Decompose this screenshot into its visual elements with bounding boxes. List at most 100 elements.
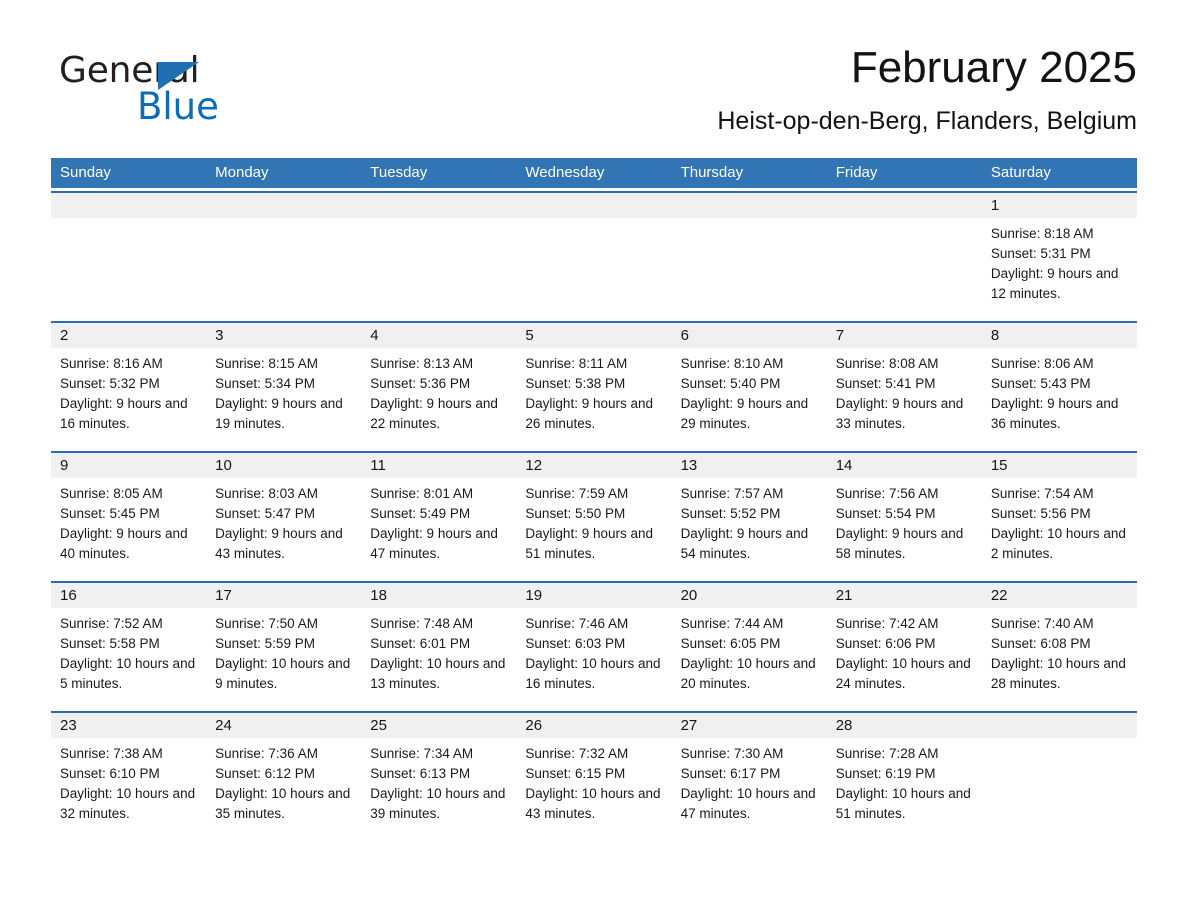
day-cell-empty xyxy=(826,193,982,315)
day-cell[interactable]: 22 Sunrise: 7:40 AM Sunset: 6:08 PM Dayligh… xyxy=(981,583,1137,705)
day-cell[interactable]: 15 Sunrise: 7:54 AM Sunset: 5:56 PM Dayligh… xyxy=(981,453,1137,575)
day-cell[interactable]: 11 Sunrise: 8:01 AM Sunset: 5:49 PM Dayligh… xyxy=(361,453,517,575)
day-cell[interactable]: 8 Sunrise: 8:06 AM Sunset: 5:43 PM Daylight… xyxy=(981,323,1137,445)
day-cell[interactable]: 14 Sunrise: 7:56 AM Sunset: 5:54 PM Dayligh… xyxy=(826,453,982,575)
day-number: 20 xyxy=(671,583,827,608)
day-cell[interactable]: 28 Sunrise: 7:28 AM Sunset: 6:19 PM Dayligh… xyxy=(826,713,982,835)
weekday-header-wednesday: Wednesday xyxy=(525,164,605,181)
day-number: 2 xyxy=(51,323,207,348)
daylight-text: Daylight: 9 hours and 26 minutes. xyxy=(525,396,653,431)
daylight-text: Daylight: 10 hours and 32 minutes. xyxy=(60,786,196,821)
day-cell-empty xyxy=(361,193,517,315)
sunrise-text: Sunrise: 7:28 AM xyxy=(835,746,939,761)
day-number: 13 xyxy=(671,453,827,478)
day-number: 3 xyxy=(206,323,362,348)
sunset-text: Sunset: 6:17 PM xyxy=(680,766,781,781)
day-cell[interactable]: 19 Sunrise: 7:46 AM Sunset: 6:03 PM Dayligh… xyxy=(516,583,672,705)
day-details: Sunrise: 7:28 AM Sunset: 6:19 PM Daylight:… xyxy=(827,738,982,824)
day-number: 14 xyxy=(826,453,982,478)
day-cell[interactable]: 24 Sunrise: 7:36 AM Sunset: 6:12 PM Dayligh… xyxy=(206,713,362,835)
sunrise-text: Sunrise: 8:15 AM xyxy=(215,356,318,371)
sunset-text: Sunset: 6:08 PM xyxy=(990,636,1091,651)
daylight-text: Daylight: 9 hours and 36 minutes. xyxy=(990,396,1119,431)
day-details: Sunrise: 8:05 AM Sunset: 5:45 PM Daylight:… xyxy=(51,478,206,564)
day-cell[interactable]: 17 Sunrise: 7:50 AM Sunset: 5:59 PM Dayligh… xyxy=(206,583,362,705)
day-cell[interactable]: 10 Sunrise: 8:03 AM Sunset: 5:47 PM Dayligh… xyxy=(206,453,362,575)
sunset-text: Sunset: 5:52 PM xyxy=(680,506,781,521)
day-number: 24 xyxy=(206,713,362,738)
page-title: February 2025 xyxy=(850,43,1137,92)
day-cell[interactable]: 27 Sunrise: 7:30 AM Sunset: 6:17 PM Dayligh… xyxy=(671,713,827,835)
weekday-header-thursday: Thursday xyxy=(680,164,744,181)
day-details: Sunrise: 8:18 AM Sunset: 5:31 PM Daylight:… xyxy=(982,218,1137,304)
day-cell[interactable]: 18 Sunrise: 7:48 AM Sunset: 6:01 PM Dayligh… xyxy=(361,583,517,705)
day-number: 23 xyxy=(51,713,207,738)
calendar-page: General Blue February 2025 Heist-op-den-… xyxy=(0,0,1188,918)
day-number: 19 xyxy=(516,583,672,608)
day-cell[interactable]: 25 Sunrise: 7:34 AM Sunset: 6:13 PM Dayligh… xyxy=(361,713,517,835)
daylight-text: Daylight: 10 hours and 47 minutes. xyxy=(680,786,816,821)
daylight-text: Daylight: 10 hours and 24 minutes. xyxy=(835,656,971,691)
day-details: Sunrise: 7:59 AM Sunset: 5:50 PM Daylight:… xyxy=(516,478,671,564)
day-cell[interactable]: 16 Sunrise: 7:52 AM Sunset: 5:58 PM Dayligh… xyxy=(51,583,207,705)
sunset-text: Sunset: 6:19 PM xyxy=(835,766,936,781)
day-cell[interactable]: 23 Sunrise: 7:38 AM Sunset: 6:10 PM Dayligh… xyxy=(51,713,207,835)
day-details: Sunrise: 8:13 AM Sunset: 5:36 PM Daylight:… xyxy=(361,348,516,434)
day-details: Sunrise: 7:38 AM Sunset: 6:10 PM Daylight:… xyxy=(51,738,206,824)
sunset-text: Sunset: 5:38 PM xyxy=(525,376,626,391)
day-details: Sunrise: 7:48 AM Sunset: 6:01 PM Daylight:… xyxy=(361,608,516,694)
day-number: 1 xyxy=(981,193,1137,218)
daylight-text: Daylight: 10 hours and 28 minutes. xyxy=(990,656,1126,691)
day-cell[interactable]: 21 Sunrise: 7:42 AM Sunset: 6:06 PM Dayligh… xyxy=(826,583,982,705)
sunset-text: Sunset: 5:49 PM xyxy=(370,506,471,521)
day-number: 26 xyxy=(516,713,672,738)
sunrise-text: Sunrise: 8:13 AM xyxy=(370,356,474,371)
day-cell[interactable]: 4 Sunrise: 8:13 AM Sunset: 5:36 PM Daylight… xyxy=(361,323,517,445)
weekday-header-sunday: Sunday xyxy=(60,164,111,181)
day-details: Sunrise: 7:46 AM Sunset: 6:03 PM Daylight:… xyxy=(516,608,671,694)
day-details: Sunrise: 7:34 AM Sunset: 6:13 PM Daylight:… xyxy=(361,738,516,824)
day-number xyxy=(361,193,517,218)
day-cell[interactable]: 6 Sunrise: 8:10 AM Sunset: 5:40 PM Daylight… xyxy=(671,323,827,445)
day-details: Sunrise: 7:54 AM Sunset: 5:56 PM Daylight:… xyxy=(982,478,1137,564)
calendar-week-row: 9 Sunrise: 8:05 AM Sunset: 5:45 PM Daylight… xyxy=(51,451,1137,575)
daylight-text: Daylight: 9 hours and 58 minutes. xyxy=(835,526,964,561)
day-cell[interactable]: 7 Sunrise: 8:08 AM Sunset: 5:41 PM Daylight… xyxy=(826,323,982,445)
sunrise-text: Sunrise: 7:46 AM xyxy=(525,616,629,631)
logo-text-blue: Blue xyxy=(137,85,219,128)
day-number xyxy=(206,193,362,218)
day-cell[interactable]: 12 Sunrise: 7:59 AM Sunset: 5:50 PM Dayligh… xyxy=(516,453,672,575)
general-blue-logo[interactable]: General Blue xyxy=(59,50,319,130)
daylight-text: Daylight: 10 hours and 2 minutes. xyxy=(990,526,1126,561)
sunrise-text: Sunrise: 7:34 AM xyxy=(370,746,474,761)
day-cell-empty xyxy=(671,193,827,315)
day-cell[interactable]: 9 Sunrise: 8:05 AM Sunset: 5:45 PM Daylight… xyxy=(51,453,207,575)
sunrise-text: Sunrise: 7:44 AM xyxy=(680,616,784,631)
sunset-text: Sunset: 6:05 PM xyxy=(680,636,781,651)
day-number: 25 xyxy=(361,713,517,738)
day-details: Sunrise: 7:42 AM Sunset: 6:06 PM Daylight:… xyxy=(827,608,982,694)
sunset-text: Sunset: 6:15 PM xyxy=(525,766,626,781)
day-number xyxy=(671,193,827,218)
daylight-text: Daylight: 9 hours and 43 minutes. xyxy=(215,526,343,561)
day-cell[interactable]: 26 Sunrise: 7:32 AM Sunset: 6:15 PM Dayligh… xyxy=(516,713,672,835)
day-number: 4 xyxy=(361,323,517,348)
day-details: Sunrise: 8:06 AM Sunset: 5:43 PM Daylight:… xyxy=(982,348,1137,434)
day-cell[interactable]: 2 Sunrise: 8:16 AM Sunset: 5:32 PM Daylight… xyxy=(51,323,207,445)
day-number: 5 xyxy=(516,323,672,348)
day-cell[interactable]: 20 Sunrise: 7:44 AM Sunset: 6:05 PM Dayligh… xyxy=(671,583,827,705)
daylight-text: Daylight: 10 hours and 16 minutes. xyxy=(525,656,661,691)
sunrise-text: Sunrise: 8:08 AM xyxy=(835,356,939,371)
day-cell[interactable]: 13 Sunrise: 7:57 AM Sunset: 5:52 PM Dayligh… xyxy=(671,453,827,575)
day-cell[interactable]: 5 Sunrise: 8:11 AM Sunset: 5:38 PM Daylight… xyxy=(516,323,672,445)
day-cell-empty xyxy=(206,193,362,315)
calendar-grid: Sunday Monday Tuesday Wednesday Thursday… xyxy=(51,158,1137,835)
day-details: Sunrise: 8:11 AM Sunset: 5:38 PM Daylight:… xyxy=(516,348,671,434)
sunrise-text: Sunrise: 8:06 AM xyxy=(990,356,1094,371)
day-cell[interactable]: 3 Sunrise: 8:15 AM Sunset: 5:34 PM Daylight… xyxy=(206,323,362,445)
daylight-text: Daylight: 10 hours and 39 minutes. xyxy=(370,786,506,821)
day-cell[interactable]: 1 Sunrise: 8:18 AM Sunset: 5:31 PM Daylight… xyxy=(981,193,1137,315)
daylight-text: Daylight: 9 hours and 40 minutes. xyxy=(60,526,188,561)
calendar-week-row: 2 Sunrise: 8:16 AM Sunset: 5:32 PM Daylight… xyxy=(51,321,1137,445)
day-details: Sunrise: 7:36 AM Sunset: 6:12 PM Daylight:… xyxy=(206,738,361,824)
